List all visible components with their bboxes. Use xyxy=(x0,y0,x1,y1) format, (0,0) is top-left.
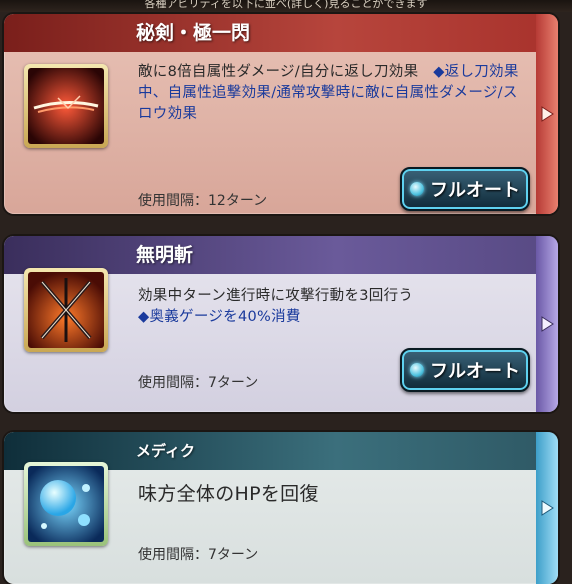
skill-name: 秘剣・極一閃 xyxy=(4,14,558,52)
full-auto-label: フルオート xyxy=(430,361,520,382)
skill-cooldown: 使用間隔：7ターン xyxy=(138,547,259,563)
skill-effect-text: 効果中ターン進行時に攻撃行動を3回行う xyxy=(138,288,414,304)
full-auto-button[interactable]: フルオート xyxy=(400,348,530,392)
auto-indicator-icon xyxy=(410,363,424,377)
expand-tab[interactable] xyxy=(536,14,558,214)
expand-tab[interactable] xyxy=(536,236,558,412)
arrow-right-icon xyxy=(541,316,554,332)
full-auto-label: フルオート xyxy=(430,180,520,201)
skill-description: 味方全体のHPを回復 xyxy=(138,483,319,505)
skill-cooldown: 使用間隔：12ターン xyxy=(138,193,268,209)
skill-cooldown: 使用間隔：7ターン xyxy=(138,375,259,391)
top-instruction-strip: 各種アビリティを以下に並べ(詳しく)見ることができます xyxy=(0,0,572,12)
full-auto-button[interactable]: フルオート xyxy=(400,167,530,211)
skill-card-1[interactable]: 秘剣・極一閃 敵に8倍自属性ダメージ/自分に返し刀効果 ◆返し刀効果中、自属性追… xyxy=(4,14,558,214)
skill-effect-text: 敵に8倍自属性ダメージ/自分に返し刀効果 xyxy=(138,64,434,80)
skill-buff-text: ◆奥義ゲージを40%消費 xyxy=(138,309,301,325)
skill-description: 敵に8倍自属性ダメージ/自分に返し刀効果 ◆返し刀効果中、自属性追撃効果/通常攻… xyxy=(138,62,528,125)
arrow-right-icon xyxy=(541,106,554,122)
skill-card-2[interactable]: 無明斬 効果中ターン進行時に攻撃行動を3回行う ◆奥義ゲージを40%消費 使用間隔… xyxy=(4,236,558,412)
arrow-right-icon xyxy=(541,500,554,516)
auto-indicator-icon xyxy=(410,182,424,196)
skill-card-3[interactable]: メディク 味方全体のHPを回復 使用間隔：7ターン xyxy=(4,432,558,584)
skill-description: 効果中ターン進行時に攻撃行動を3回行う ◆奥義ゲージを40%消費 xyxy=(138,286,528,328)
expand-tab[interactable] xyxy=(536,432,558,584)
